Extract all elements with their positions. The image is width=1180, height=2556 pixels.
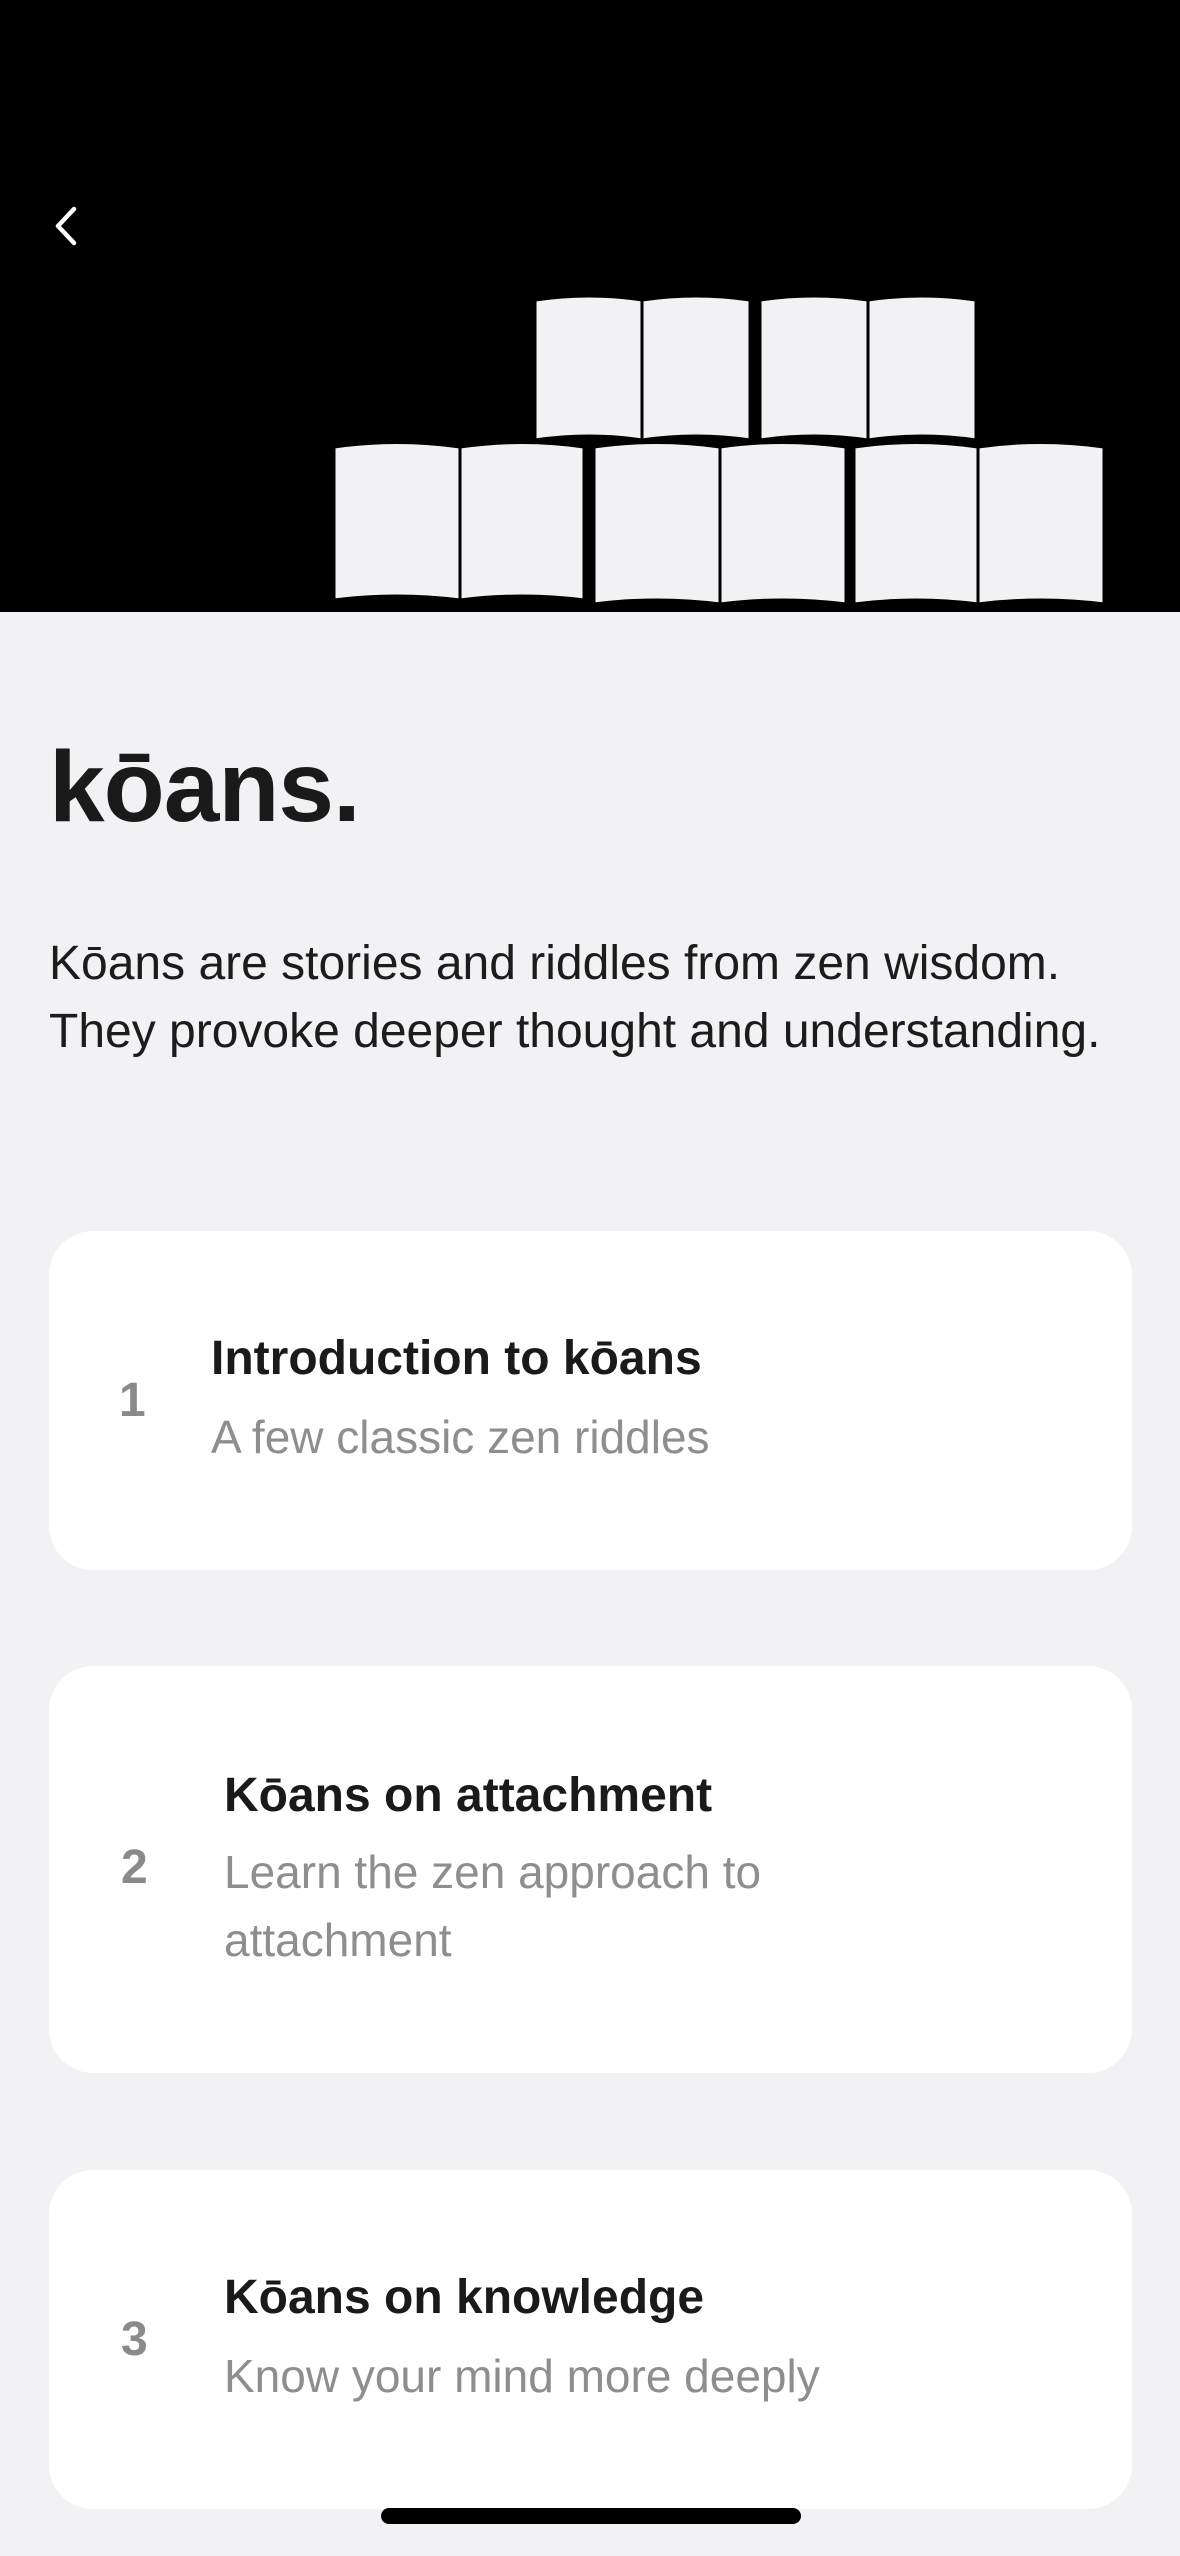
page-title: kōans. [49,731,361,843]
chevron-left-icon [55,206,77,246]
lesson-card-1[interactable]: 1 Introduction to kōans A few classic ze… [49,1231,1132,1570]
lesson-subtitle: A few classic zen riddles [211,1411,710,1463]
page-description: Kōans are stories and riddles from zen w… [49,937,1101,1058]
lesson-number: 1 [119,1374,146,1427]
lesson-subtitle: Learn the zen approach to attachment [224,1846,762,1966]
lesson-number: 3 [121,2313,148,2366]
koans-screen: kōans. Kōans are stories and riddles fro… [0,0,1180,2556]
lesson-title: Introduction to kōans [211,1332,702,1385]
lesson-card-3[interactable]: 3 Kōans on knowledge Know your mind more… [49,2170,1132,2509]
back-button[interactable] [30,190,102,262]
lesson-title: Kōans on attachment [224,1769,713,1822]
open-books-icon [332,294,1106,606]
lesson-subtitle: Know your mind more deeply [224,2350,820,2402]
home-indicator[interactable] [381,2508,801,2524]
header-banner [0,0,1180,612]
lesson-title: Kōans on knowledge [224,2271,705,2324]
lesson-card-2[interactable]: 2 Kōans on attachment Learn the zen appr… [49,1666,1132,2073]
lesson-number: 2 [121,1841,148,1894]
